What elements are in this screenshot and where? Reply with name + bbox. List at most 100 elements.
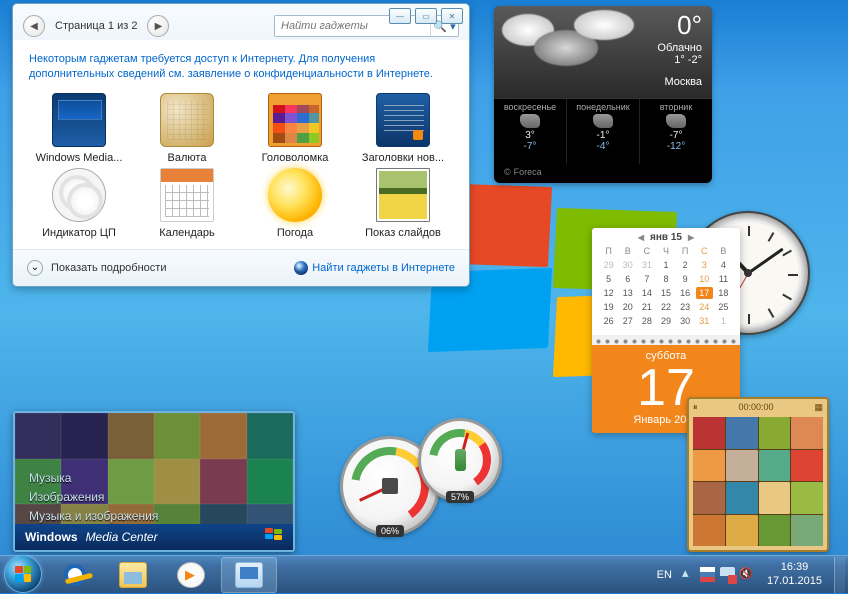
gadget-item[interactable]: Заголовки нов... xyxy=(349,93,457,164)
gadget-item[interactable]: Валюта xyxy=(133,93,241,164)
tray-overflow-button[interactable] xyxy=(680,567,695,582)
calendar-cell[interactable]: 24 xyxy=(696,301,713,313)
minimize-button[interactable]: — xyxy=(389,8,411,24)
find-gadgets-online-link[interactable]: Найти гаджеты в Интернете xyxy=(294,261,455,275)
calendar-cell[interactable]: 4 xyxy=(715,259,732,271)
taskbar-active-button[interactable] xyxy=(221,557,277,593)
weather-gadget[interactable]: 0° Облачно 1° -2° Москва воскресенье 3°-… xyxy=(494,6,712,183)
close-button[interactable]: ✕ xyxy=(441,8,463,24)
media-center-gadget[interactable]: МузыкаИзображенияМузыка и изображения Wi… xyxy=(13,411,295,552)
windows-flag-icon xyxy=(265,528,283,546)
calendar-cell[interactable]: 20 xyxy=(619,301,636,313)
puzzle-tile[interactable] xyxy=(726,482,758,514)
language-indicator[interactable]: EN xyxy=(654,569,675,581)
calendar-cell[interactable]: 12 xyxy=(600,287,617,299)
puzzle-tile[interactable] xyxy=(759,515,791,547)
calendar-cell[interactable]: 25 xyxy=(715,301,732,313)
maximize-button[interactable]: ▭ xyxy=(415,8,437,24)
calendar-header: янв 15 xyxy=(650,232,682,243)
puzzle-tile[interactable] xyxy=(726,515,758,547)
wmc-menu-item[interactable]: Изображения xyxy=(29,488,158,507)
show-details-label[interactable]: Показать подробности xyxy=(51,262,166,274)
puzzle-tile[interactable] xyxy=(791,515,823,547)
volume-icon[interactable] xyxy=(740,567,755,582)
taskbar-ie-button[interactable] xyxy=(47,557,103,593)
cal-prev-button[interactable]: ◀ xyxy=(638,233,644,242)
calendar-cell[interactable]: 18 xyxy=(715,287,732,299)
prev-page-button[interactable]: ◀ xyxy=(23,15,45,37)
calendar-cell[interactable]: 28 xyxy=(638,315,655,327)
weather-city: Москва xyxy=(664,76,702,88)
puzzle-gadget[interactable]: ⏸ 00:00:00 ▦ xyxy=(687,397,829,552)
gadget-item[interactable]: Индикатор ЦП xyxy=(25,168,133,239)
start-button[interactable] xyxy=(0,556,46,594)
gadget-item[interactable]: Погода xyxy=(241,168,349,239)
calendar-cell[interactable]: 30 xyxy=(677,315,694,327)
puzzle-tile[interactable] xyxy=(693,515,725,547)
calendar-cell[interactable]: 1 xyxy=(657,259,674,271)
show-desktop-button[interactable] xyxy=(834,557,845,593)
taskbar-explorer-button[interactable] xyxy=(105,557,161,593)
calendar-cell[interactable]: 26 xyxy=(600,315,617,327)
puzzle-tile[interactable] xyxy=(726,417,758,449)
chevron-down-icon[interactable]: ⌄ xyxy=(27,260,43,276)
calendar-cell[interactable]: 8 xyxy=(657,273,674,285)
cpu-meter-gadget[interactable]: 06% 57% xyxy=(340,418,510,538)
action-center-icon[interactable] xyxy=(700,567,715,582)
calendar-cell[interactable]: 29 xyxy=(600,259,617,271)
puzzle-tile[interactable] xyxy=(791,450,823,482)
calendar-cell[interactable]: 1 xyxy=(715,315,732,327)
calendar-cell[interactable]: 17 xyxy=(696,287,713,299)
gadget-item[interactable]: Календарь xyxy=(133,168,241,239)
puzzle-hint-button[interactable]: ▦ xyxy=(814,402,823,413)
taskbar-clock[interactable]: 16:39 17.01.2015 xyxy=(760,561,829,589)
calendar-cell[interactable]: 27 xyxy=(619,315,636,327)
calendar-cell[interactable]: 6 xyxy=(619,273,636,285)
forecast-icon xyxy=(593,114,613,128)
puzzle-tile[interactable] xyxy=(759,417,791,449)
calendar-cell[interactable]: 19 xyxy=(600,301,617,313)
next-page-button[interactable]: ▶ xyxy=(147,15,169,37)
calendar-cell[interactable]: 13 xyxy=(619,287,636,299)
puzzle-tile[interactable] xyxy=(726,450,758,482)
puzzle-tile[interactable] xyxy=(759,482,791,514)
wmp-icon xyxy=(177,562,205,588)
calendar-cell[interactable]: 11 xyxy=(715,273,732,285)
calendar-cell[interactable]: 5 xyxy=(600,273,617,285)
calendar-cell[interactable]: 15 xyxy=(657,287,674,299)
calendar-cell[interactable]: 9 xyxy=(677,273,694,285)
gadget-icon xyxy=(376,168,430,222)
puzzle-tile[interactable] xyxy=(693,450,725,482)
forecast-day: воскресенье 3°-7° xyxy=(494,99,567,164)
calendar-cell[interactable]: 2 xyxy=(677,259,694,271)
calendar-cell[interactable]: 16 xyxy=(677,287,694,299)
calendar-binding xyxy=(592,335,740,345)
privacy-notice[interactable]: Некоторым гаджетам требуется доступ к Ин… xyxy=(13,40,469,91)
puzzle-tile[interactable] xyxy=(693,482,725,514)
calendar-cell[interactable]: 30 xyxy=(619,259,636,271)
calendar-cell[interactable]: 22 xyxy=(657,301,674,313)
weather-credit: Foreca xyxy=(494,164,712,183)
calendar-cell[interactable]: 31 xyxy=(696,315,713,327)
network-icon[interactable] xyxy=(720,567,735,582)
calendar-cell[interactable]: 31 xyxy=(638,259,655,271)
puzzle-tile[interactable] xyxy=(791,482,823,514)
calendar-cell[interactable]: 3 xyxy=(696,259,713,271)
puzzle-tile[interactable] xyxy=(759,450,791,482)
taskbar-wmp-button[interactable] xyxy=(163,557,219,593)
calendar-cell[interactable]: 21 xyxy=(638,301,655,313)
calendar-cell[interactable]: 10 xyxy=(696,273,713,285)
gadget-item[interactable]: Windows Media... xyxy=(25,93,133,164)
calendar-cell[interactable]: 14 xyxy=(638,287,655,299)
gadget-item[interactable]: Головоломка xyxy=(241,93,349,164)
calendar-cell[interactable]: 29 xyxy=(657,315,674,327)
cal-next-button[interactable]: ▶ xyxy=(688,233,694,242)
puzzle-tile[interactable] xyxy=(693,417,725,449)
calendar-cell[interactable]: 23 xyxy=(677,301,694,313)
puzzle-pause-button[interactable]: ⏸ xyxy=(693,402,698,413)
ram-percent: 57% xyxy=(446,491,474,503)
wmc-menu-item[interactable]: Музыка xyxy=(29,469,158,488)
calendar-cell[interactable]: 7 xyxy=(638,273,655,285)
puzzle-tile[interactable] xyxy=(791,417,823,449)
gadget-item[interactable]: Показ слайдов xyxy=(349,168,457,239)
